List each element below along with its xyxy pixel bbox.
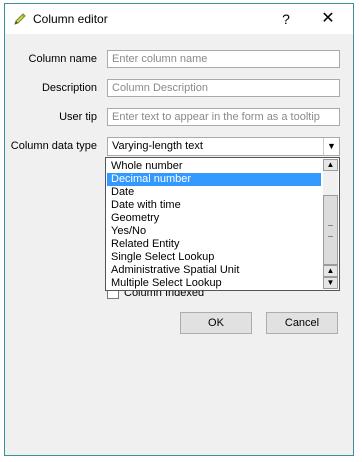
description-input[interactable]: [107, 79, 340, 97]
select-value: Varying-length text: [112, 140, 203, 152]
scroll-down-icon[interactable]: ▼: [323, 277, 338, 289]
cancel-button[interactable]: Cancel: [266, 312, 338, 334]
grip-icon: [328, 225, 333, 237]
close-button[interactable]: ✕: [313, 7, 343, 31]
dropdown-item-related-entity[interactable]: Related Entity: [107, 238, 321, 251]
column-name-label: Column name: [28, 53, 97, 65]
scroll-up-icon[interactable]: ▲: [323, 265, 338, 277]
dropdown-item-single-select-lookup[interactable]: Single Select Lookup: [107, 251, 321, 264]
description-label: Description: [41, 82, 97, 94]
column-editor-dialog: Column editor ? ✕ Column name Descriptio…: [4, 3, 354, 456]
chevron-down-icon[interactable]: ▼: [323, 138, 339, 155]
dropdown-item-yes-no[interactable]: Yes/No: [107, 225, 321, 238]
dropdown-item-date-with-time[interactable]: Date with time: [107, 199, 321, 212]
dropdown-item-geometry[interactable]: Geometry: [107, 212, 321, 225]
dropdown-item-decimal-number[interactable]: Decimal number: [107, 173, 321, 186]
pencil-icon: [13, 12, 27, 26]
help-button[interactable]: ?: [273, 7, 299, 31]
dropdown-item-whole-number[interactable]: Whole number: [107, 160, 321, 173]
user-tip-input[interactable]: [107, 108, 340, 126]
dropdown-item-multiple-select-lookup[interactable]: Multiple Select Lookup: [107, 277, 321, 290]
column-name-input[interactable]: [107, 50, 340, 68]
scrollbar-thumb[interactable]: [323, 195, 338, 265]
scroll-up-icon[interactable]: ▲: [323, 159, 338, 171]
data-type-dropdown-list[interactable]: Whole number Decimal number Date Date wi…: [105, 157, 340, 291]
column-data-type-label: Column data type: [10, 140, 97, 152]
user-tip-label: User tip: [59, 111, 97, 123]
window-title: Column editor: [33, 12, 108, 26]
dropdown-scrollbar[interactable]: ▲ ▲ ▼: [323, 159, 338, 289]
dropdown-item-date[interactable]: Date: [107, 186, 321, 199]
column-data-type-select[interactable]: Varying-length text ▼: [107, 137, 340, 156]
title-bar: Column editor ? ✕: [5, 4, 353, 34]
ok-button[interactable]: OK: [180, 312, 252, 334]
dropdown-item-administrative-spatial-unit[interactable]: Administrative Spatial Unit: [107, 264, 321, 277]
